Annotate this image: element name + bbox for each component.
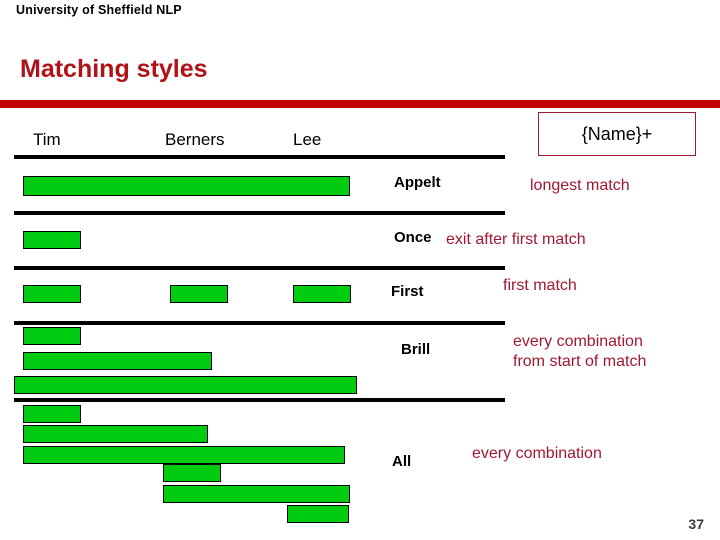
match-span-bar: [23, 327, 81, 345]
match-span-bar: [23, 405, 81, 423]
match-span-bar: [23, 285, 81, 303]
style-description-first: first match: [503, 277, 577, 294]
match-span-bar: [23, 446, 345, 464]
row-separator: [14, 211, 505, 215]
match-span-bar: [14, 376, 357, 394]
pattern-callout-label: {Name}+: [581, 123, 653, 144]
style-description-once: exit after first match: [446, 231, 586, 248]
row-separator: [14, 398, 505, 402]
match-span-bar: [163, 464, 221, 482]
organization-kicker: University of Sheffield NLP: [16, 3, 182, 17]
style-description-appelt: longest match: [530, 177, 630, 194]
token-tim: Tim: [33, 130, 61, 149]
slide: University of Sheffield NLP Matching sty…: [0, 0, 720, 540]
row-separator: [14, 266, 505, 270]
page-number: 37: [688, 516, 704, 532]
style-label-first: First: [391, 283, 424, 300]
match-span-bar: [293, 285, 351, 303]
style-label-once: Once: [394, 229, 432, 246]
match-span-bar: [170, 285, 228, 303]
pattern-callout-box: {Name}+: [538, 112, 696, 156]
row-separator: [14, 321, 505, 325]
match-span-bar: [287, 505, 349, 523]
row-separator: [14, 155, 505, 159]
style-description-all: every combination: [472, 445, 602, 462]
match-span-bar: [23, 425, 208, 443]
match-span-bar: [23, 352, 212, 370]
match-span-bar: [163, 485, 350, 503]
style-label-appelt: Appelt: [394, 174, 441, 191]
page-title: Matching styles: [20, 55, 208, 83]
style-label-brill: Brill: [401, 341, 431, 358]
style-description-brill: every combination from start of match: [513, 333, 647, 370]
title-divider-rule: [0, 100, 720, 108]
token-lee: Lee: [293, 130, 322, 149]
token-berners: Berners: [165, 130, 225, 149]
style-label-all: All: [392, 453, 412, 470]
match-span-bar: [23, 231, 81, 249]
match-span-bar: [23, 176, 350, 196]
